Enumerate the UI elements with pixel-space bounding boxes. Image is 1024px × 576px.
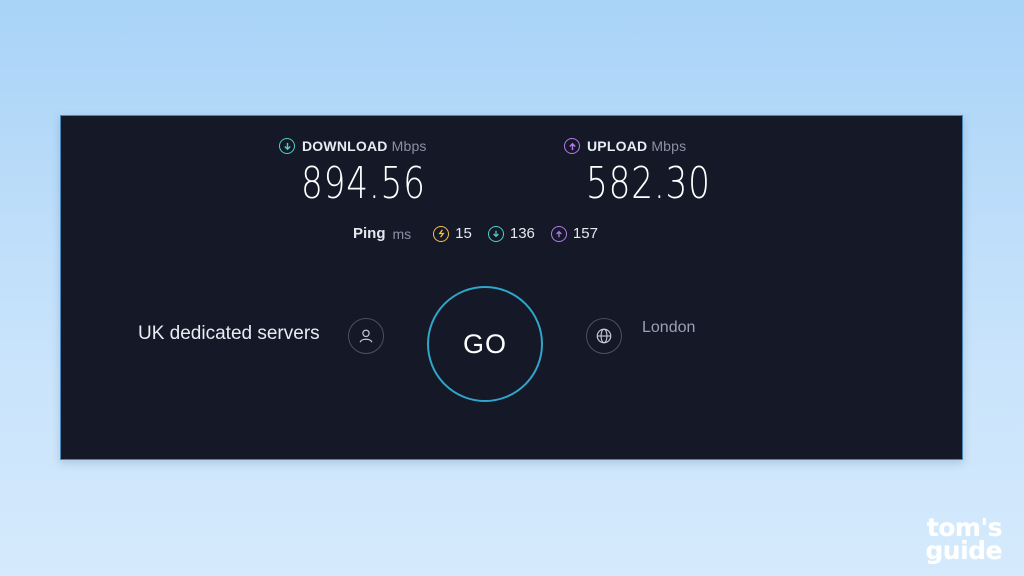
ping-upload-value: 157 <box>572 225 598 242</box>
upload-header: UPLOAD Mbps <box>564 138 746 154</box>
upload-label: UPLOAD <box>587 138 648 154</box>
download-metric: DOWNLOAD Mbps 894.56 <box>279 138 461 206</box>
ping-idle: 15 <box>433 225 472 242</box>
arrow-up-circle-icon <box>564 138 580 154</box>
globe-icon[interactable] <box>586 318 622 354</box>
ping-upload: 157 <box>550 225 598 242</box>
provider-name[interactable]: UK dedicated servers <box>138 323 320 345</box>
ping-idle-value: 15 <box>455 225 472 242</box>
download-header: DOWNLOAD Mbps <box>279 138 461 154</box>
go-button[interactable]: GO <box>427 286 543 402</box>
upload-metric: UPLOAD Mbps 582.30 <box>564 138 746 206</box>
download-unit: Mbps <box>391 138 427 154</box>
upload-unit: Mbps <box>651 138 687 154</box>
download-label: DOWNLOAD <box>302 138 388 154</box>
toms-guide-logo: tom's guide <box>925 515 1002 565</box>
idle-latency-icon <box>433 225 450 242</box>
speedtest-panel: DOWNLOAD Mbps 894.56 UPLOAD Mbps 582.30 … <box>60 115 963 460</box>
server-location[interactable]: London <box>642 319 695 337</box>
ping-label: Ping <box>353 225 386 242</box>
arrow-down-circle-icon <box>487 225 504 242</box>
ping-unit: ms <box>392 225 412 242</box>
arrow-up-circle-icon <box>550 225 567 242</box>
upload-value: 582.30 <box>586 158 711 209</box>
download-value: 894.56 <box>301 158 426 209</box>
user-icon[interactable] <box>348 318 384 354</box>
arrow-down-circle-icon <box>279 138 295 154</box>
ping-download: 136 <box>487 225 535 242</box>
ping-download-value: 136 <box>509 225 535 242</box>
logo-line2: guide <box>925 536 1002 565</box>
ping-row: Ping ms 15 136 157 <box>353 225 614 242</box>
